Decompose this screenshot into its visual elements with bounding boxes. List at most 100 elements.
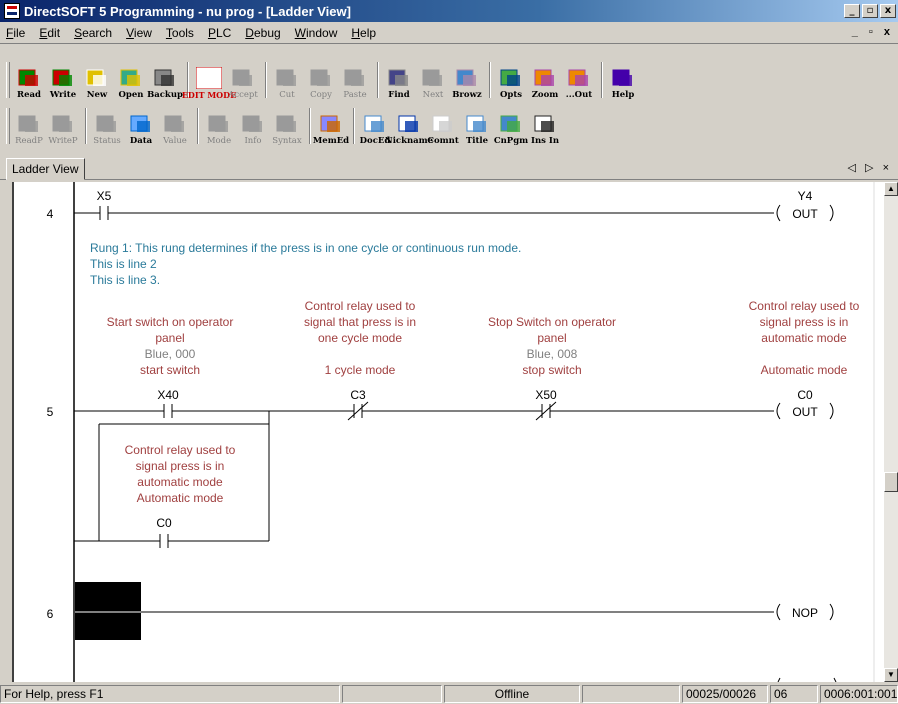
copy-icon (308, 67, 334, 89)
readp-button[interactable]: ReadP (13, 108, 45, 146)
toolbar-button-label: Browz (452, 90, 482, 100)
contact-c0-branch[interactable]: C0 (156, 516, 172, 548)
tab-ladder-view[interactable]: Ladder View (6, 158, 85, 180)
new-icon (84, 67, 110, 89)
coil-nop[interactable]: NOP (776, 603, 834, 621)
open-icon (118, 67, 144, 89)
info-button[interactable]: Info (237, 108, 269, 146)
mdi-window-controls[interactable]: _ ▫ x (852, 26, 894, 38)
browz-button[interactable]: Browz (451, 62, 483, 100)
element-doc: panel (155, 331, 184, 345)
contact-x5[interactable]: X5 (74, 189, 112, 220)
toolbar-button-label: Cut (279, 90, 295, 100)
window-title: DirectSOFT 5 Programming - nu prog - [La… (24, 3, 351, 19)
write-button[interactable]: Write (47, 62, 79, 100)
next-button[interactable]: Next (417, 62, 449, 100)
title-icon (464, 113, 490, 135)
write-plc-icon (50, 113, 76, 135)
toolbar-button-label: Title (465, 136, 489, 146)
menu-help[interactable]: Help (351, 26, 376, 40)
nickname-button[interactable]: Nickname (385, 108, 433, 146)
element-nickname: stop switch (522, 363, 581, 377)
menu-file[interactable]: File (6, 26, 25, 40)
cursor-block[interactable] (75, 582, 141, 640)
scroll-up-icon[interactable]: ▲ (884, 182, 898, 196)
backup-button[interactable]: Backup (147, 62, 183, 100)
edit-mode-icon (195, 66, 223, 90)
maximize-button[interactable]: ▫ (862, 4, 878, 18)
read-button[interactable]: Read (13, 62, 45, 100)
new-button[interactable]: New (81, 62, 113, 100)
title-bar: DirectSOFT 5 Programming - nu prog - [La… (0, 0, 898, 22)
memed-button[interactable]: MemEd (313, 108, 349, 146)
scroll-thumb[interactable] (884, 472, 898, 492)
app-window: DirectSOFT 5 Programming - nu prog - [La… (0, 0, 898, 704)
contact-x50-nc[interactable]: X50 (535, 388, 557, 421)
data-button[interactable]: Data (125, 108, 157, 146)
contact-address: X40 (157, 388, 179, 402)
status-address: 0006:001:001 (820, 685, 898, 703)
status-button[interactable]: Status (91, 108, 123, 146)
plc-toolbar: ReadP WriteP Status Data Value Mode Info Syntax… (6, 106, 563, 148)
accept-button[interactable]: Accept (227, 62, 259, 100)
minimize-button[interactable]: _ (844, 4, 860, 18)
ins-in-button[interactable]: Ins In (529, 108, 561, 146)
title-button[interactable]: Title (461, 108, 493, 146)
scroll-down-icon[interactable]: ▼ (884, 668, 898, 682)
ladder-view[interactable]: 4 X5 Y4 OUT Rung 1: This rung determines… (12, 182, 884, 682)
menu-tools[interactable]: Tools (166, 26, 194, 40)
element-doc: Stop Switch on operator (488, 315, 616, 329)
writep-button[interactable]: WriteP (47, 108, 79, 146)
paste-button[interactable]: Paste (339, 62, 371, 100)
status-blank (342, 685, 442, 703)
out-button[interactable]: ...Out (563, 62, 595, 100)
menu-debug[interactable]: Debug (245, 26, 280, 40)
syntax-button[interactable]: Syntax (271, 108, 303, 146)
coil-y4[interactable]: Y4 OUT (776, 189, 834, 222)
backup-icon (152, 67, 178, 89)
next-icon (420, 67, 446, 89)
mode-button[interactable]: Mode (203, 108, 235, 146)
find-button[interactable]: Find (383, 62, 415, 100)
menu-window[interactable]: Window (295, 26, 338, 40)
status-column: 06 (770, 685, 818, 703)
comnt-button[interactable]: Comnt (427, 108, 459, 146)
zoom-button[interactable]: Zoom (529, 62, 561, 100)
insert-instruction-icon (532, 113, 558, 135)
rung-comment-line: This is line 2 (90, 257, 157, 271)
coil-address: Y4 (798, 189, 813, 203)
opts-button[interactable]: Opts (495, 62, 527, 100)
value-button[interactable]: Value (159, 108, 191, 146)
copy-button[interactable]: Copy (305, 62, 337, 100)
toolbar-button-label: Data (129, 136, 153, 146)
tab-bar: Ladder View ◁ ▷ × (0, 156, 898, 180)
browse-icon (454, 67, 480, 89)
menu-view[interactable]: View (126, 26, 152, 40)
main-toolbar: Read Write New Open Backup EDIT MODE Accept Cut… (6, 60, 641, 102)
toolbar-button-label: Accept (228, 90, 258, 100)
cut-button[interactable]: Cut (271, 62, 303, 100)
cnpgm-button[interactable]: CnPgm (494, 108, 528, 146)
coil-c0[interactable]: C0 OUT (776, 388, 834, 420)
help-button[interactable]: Help (607, 62, 639, 100)
status-icon (94, 113, 120, 135)
zoom-out-icon (566, 67, 592, 89)
contact-x40[interactable]: X40 (157, 388, 179, 418)
app-icon[interactable] (4, 3, 20, 19)
menu-edit[interactable]: Edit (39, 26, 60, 40)
doc-editor-icon (362, 113, 388, 135)
menu-plc[interactable]: PLC (208, 26, 231, 40)
menu-search[interactable]: Search (74, 26, 112, 40)
paste-icon (342, 67, 368, 89)
toolbar-button-label: New (86, 90, 108, 100)
contact-c3-nc[interactable]: C3 (347, 388, 369, 421)
close-button[interactable]: x (880, 4, 896, 18)
tab-navigation[interactable]: ◁ ▷ × (848, 161, 892, 174)
rung-comment-line: This is line 3. (90, 273, 160, 287)
open-button[interactable]: Open (115, 62, 147, 100)
element-doc: signal press is in (760, 315, 849, 329)
edit-mode-button[interactable]: EDIT MODE (182, 62, 236, 100)
vertical-scrollbar[interactable]: ▲ ▼ (884, 182, 898, 682)
toolbar-button-label: Info (244, 136, 262, 146)
toolbar-button-label: Backup (147, 90, 183, 100)
